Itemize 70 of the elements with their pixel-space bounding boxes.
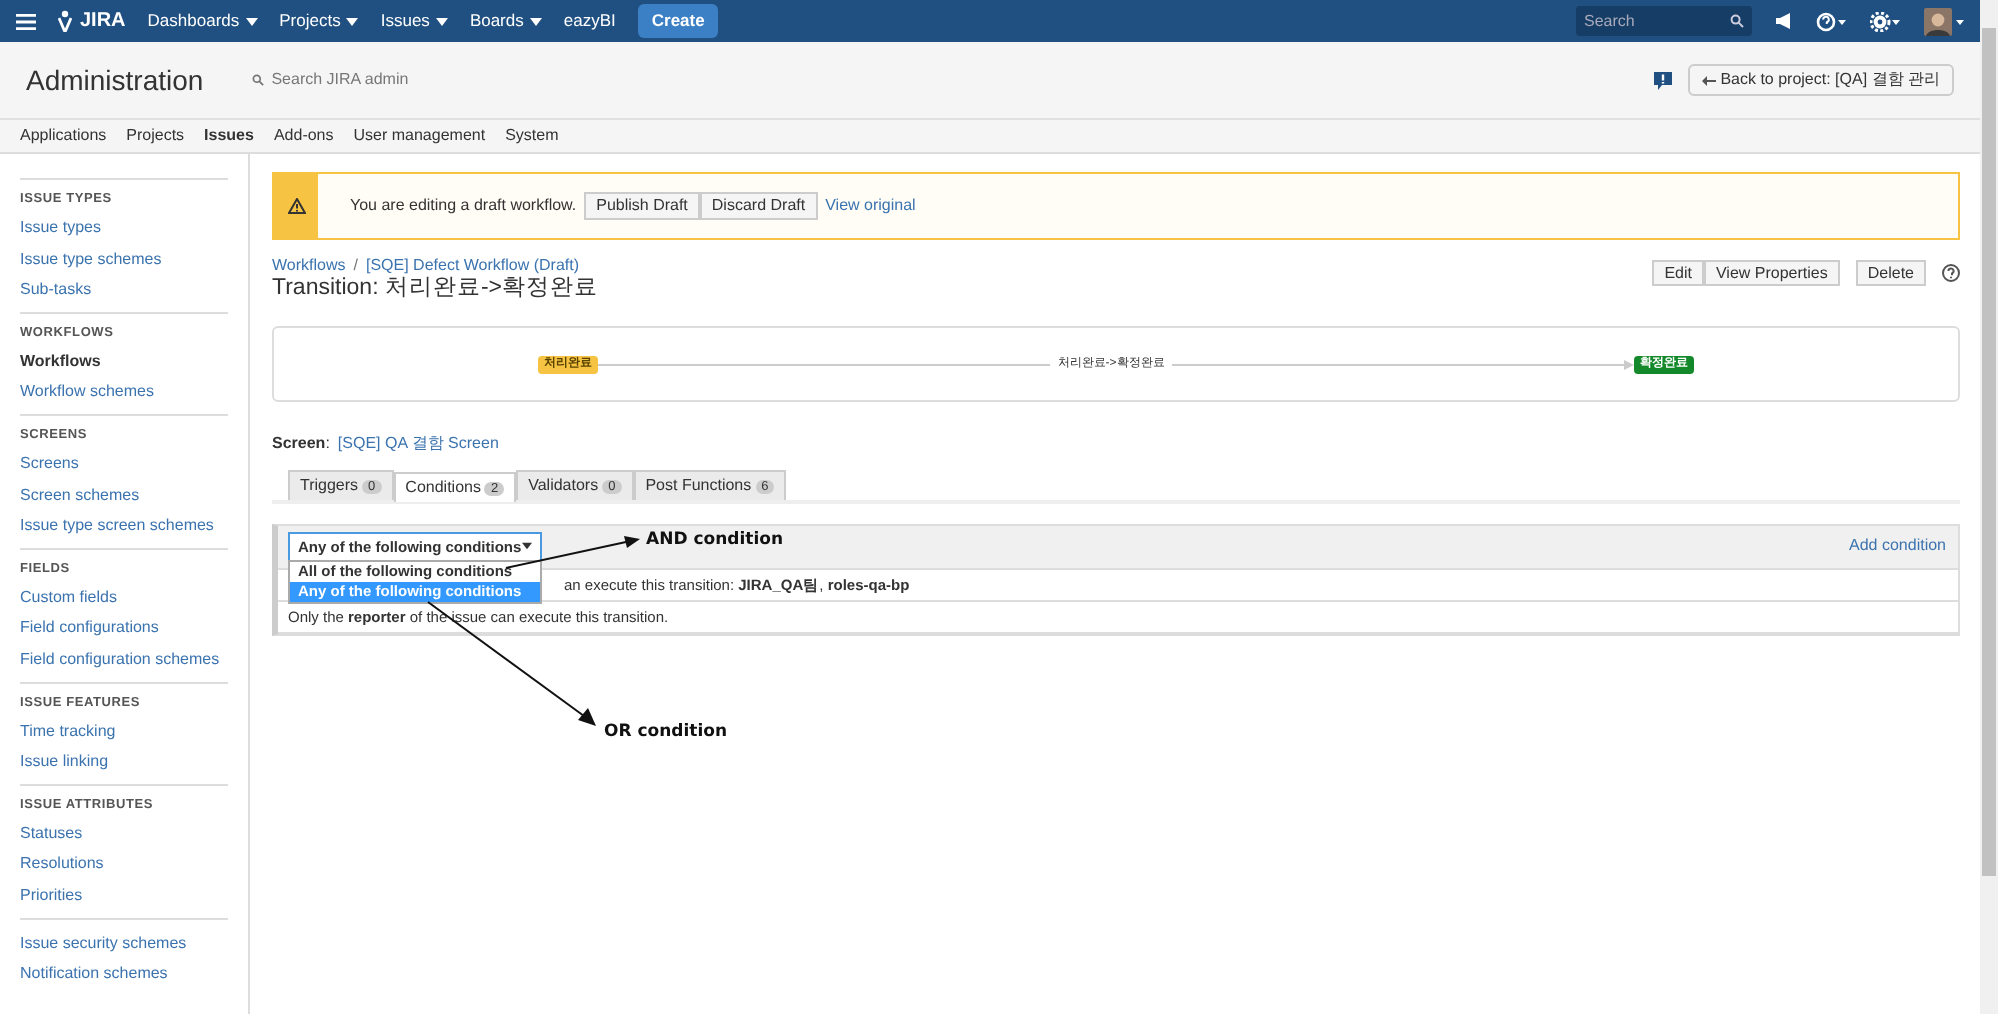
sidebar-item[interactable]: Issue security schemes	[20, 927, 228, 959]
sidebar-item[interactable]: Resolutions	[20, 848, 228, 880]
search-field[interactable]: Search	[1576, 6, 1752, 36]
banner-message: You are editing a draft workflow.	[350, 196, 577, 216]
help-icon[interactable]	[1816, 11, 1848, 31]
menu-icon[interactable]	[16, 13, 36, 29]
nav-menu[interactable]: Dashboards	[147, 10, 258, 32]
breadcrumb-link[interactable]: [SQE] Defect Workflow (Draft)	[365, 256, 580, 276]
caret-icon	[435, 18, 448, 27]
sidebar-item[interactable]: Workflows	[20, 345, 228, 377]
scrollbar-thumb[interactable]	[1982, 28, 1996, 876]
annotation-label: OR condition	[604, 722, 728, 743]
caret-icon	[245, 18, 258, 27]
caret-icon	[346, 18, 359, 27]
transition-title: Transition: 처리완료->확정완료	[272, 275, 599, 303]
sidebar-item[interactable]: Notification schemes	[20, 958, 228, 990]
back-button[interactable]: Back to project: [QA] 결함 관리	[1688, 64, 1954, 96]
sidebar-item[interactable]: Priorities	[20, 879, 228, 911]
breadcrumb-link[interactable]: Workflows	[272, 256, 346, 276]
nav-menu[interactable]: Issues	[380, 10, 448, 32]
action-button[interactable]: Edit	[1652, 259, 1704, 287]
sidebar-item[interactable]: Workflow schemes	[20, 376, 228, 408]
nav-menu[interactable]: Boards	[469, 10, 542, 32]
draft-button[interactable]: Publish Draft	[584, 192, 700, 220]
sidebar-item[interactable]: Statuses	[20, 817, 228, 849]
view-original-link[interactable]: View original	[825, 196, 916, 216]
search-icon	[1730, 14, 1744, 28]
breadcrumb-separator: /	[353, 256, 358, 276]
help-icon[interactable]	[1942, 264, 1960, 283]
sidebar-item[interactable]: Field configuration schemes	[20, 643, 228, 676]
logo-icon	[58, 10, 72, 32]
search-icon	[251, 74, 264, 86]
create-button[interactable]: Create	[637, 4, 719, 38]
sidebar-item[interactable]: Issue linking	[20, 746, 228, 778]
colon: :	[325, 434, 330, 454]
caret-icon	[529, 18, 542, 27]
sidebar-item[interactable]: Field configurations	[20, 612, 228, 644]
admin-tab[interactable]: System	[505, 126, 559, 146]
logo-text: JIRA	[80, 9, 126, 33]
megaphone-icon[interactable]	[1774, 12, 1794, 30]
page-title: Administration	[26, 63, 204, 97]
admin-tab[interactable]: User management	[353, 126, 486, 146]
admin-search-field[interactable]: Search JIRA admin	[251, 70, 409, 90]
sidebar-item[interactable]: Custom fields	[20, 581, 228, 613]
sidebar-item[interactable]: Issue type screen schemes	[20, 510, 228, 542]
screen-link[interactable]: [SQE] QA 결함 Screen	[337, 434, 499, 454]
sidebar-item[interactable]: Issue types	[20, 212, 228, 244]
sidebar-item[interactable]: Screens	[20, 447, 228, 480]
sidebar-item[interactable]: Issue type schemes	[20, 243, 228, 275]
admin-tab[interactable]: Projects	[126, 126, 185, 146]
back-arrow-icon	[1702, 75, 1717, 86]
nav-menu[interactable]: eazyBI	[563, 10, 616, 32]
admin-tab[interactable]: Applications	[20, 126, 107, 146]
nav-menu[interactable]: Projects	[279, 10, 359, 32]
annotation-label: AND condition	[646, 530, 784, 551]
sidebar-item[interactable]: Sub-tasks	[20, 274, 228, 306]
caret-icon	[522, 542, 532, 551]
sidebar-item[interactable]: Screen schemes	[20, 479, 228, 511]
admin-tab[interactable]: Add-ons	[273, 126, 334, 146]
screen-label: Screen	[272, 434, 326, 454]
sidebar-item[interactable]: Time tracking	[20, 715, 228, 747]
warning-icon	[287, 198, 305, 214]
draft-button[interactable]: Discard Draft	[699, 192, 818, 220]
avatar-icon[interactable]	[1924, 7, 1964, 35]
add-condition-link[interactable]: Add condition	[1849, 536, 1946, 557]
delete-button[interactable]: Delete	[1855, 259, 1926, 287]
feedback-icon[interactable]	[1654, 71, 1673, 89]
admin-tab[interactable]: Issues	[204, 126, 254, 146]
action-button[interactable]: View Properties	[1703, 259, 1840, 287]
settings-icon[interactable]	[1870, 11, 1902, 31]
